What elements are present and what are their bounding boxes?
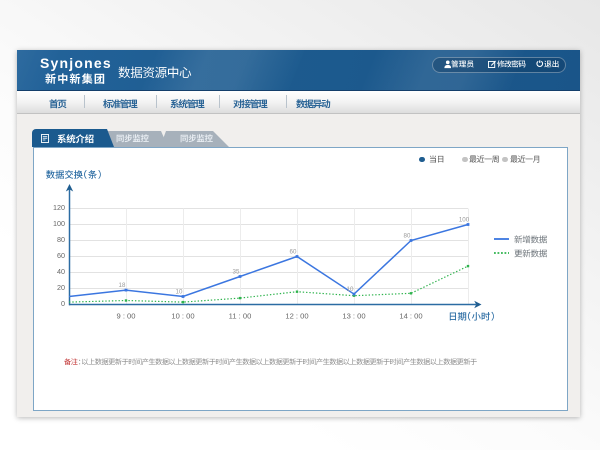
svg-text:20: 20 <box>57 283 65 292</box>
svg-text:11 : 00: 11 : 00 <box>229 312 252 321</box>
svg-text:35: 35 <box>233 269 240 276</box>
svg-text:12 : 00: 12 : 00 <box>285 312 308 321</box>
svg-text:80: 80 <box>57 235 65 244</box>
svg-text:9 : 00: 9 : 00 <box>117 312 136 321</box>
svg-text:80: 80 <box>404 233 411 240</box>
svg-text:120: 120 <box>53 203 65 212</box>
svg-text:60: 60 <box>290 249 297 256</box>
svg-text:10: 10 <box>347 286 354 293</box>
svg-text:40: 40 <box>57 267 65 276</box>
svg-text:60: 60 <box>57 251 65 260</box>
svg-text:10 : 00: 10 : 00 <box>171 312 194 321</box>
svg-text:14 : 00: 14 : 00 <box>399 312 422 321</box>
svg-text:13 : 00: 13 : 00 <box>342 312 365 321</box>
svg-text:100: 100 <box>53 219 65 228</box>
svg-text:0: 0 <box>61 299 65 308</box>
svg-text:100: 100 <box>459 217 470 224</box>
svg-text:10: 10 <box>176 289 183 296</box>
svg-text:18: 18 <box>119 282 126 289</box>
